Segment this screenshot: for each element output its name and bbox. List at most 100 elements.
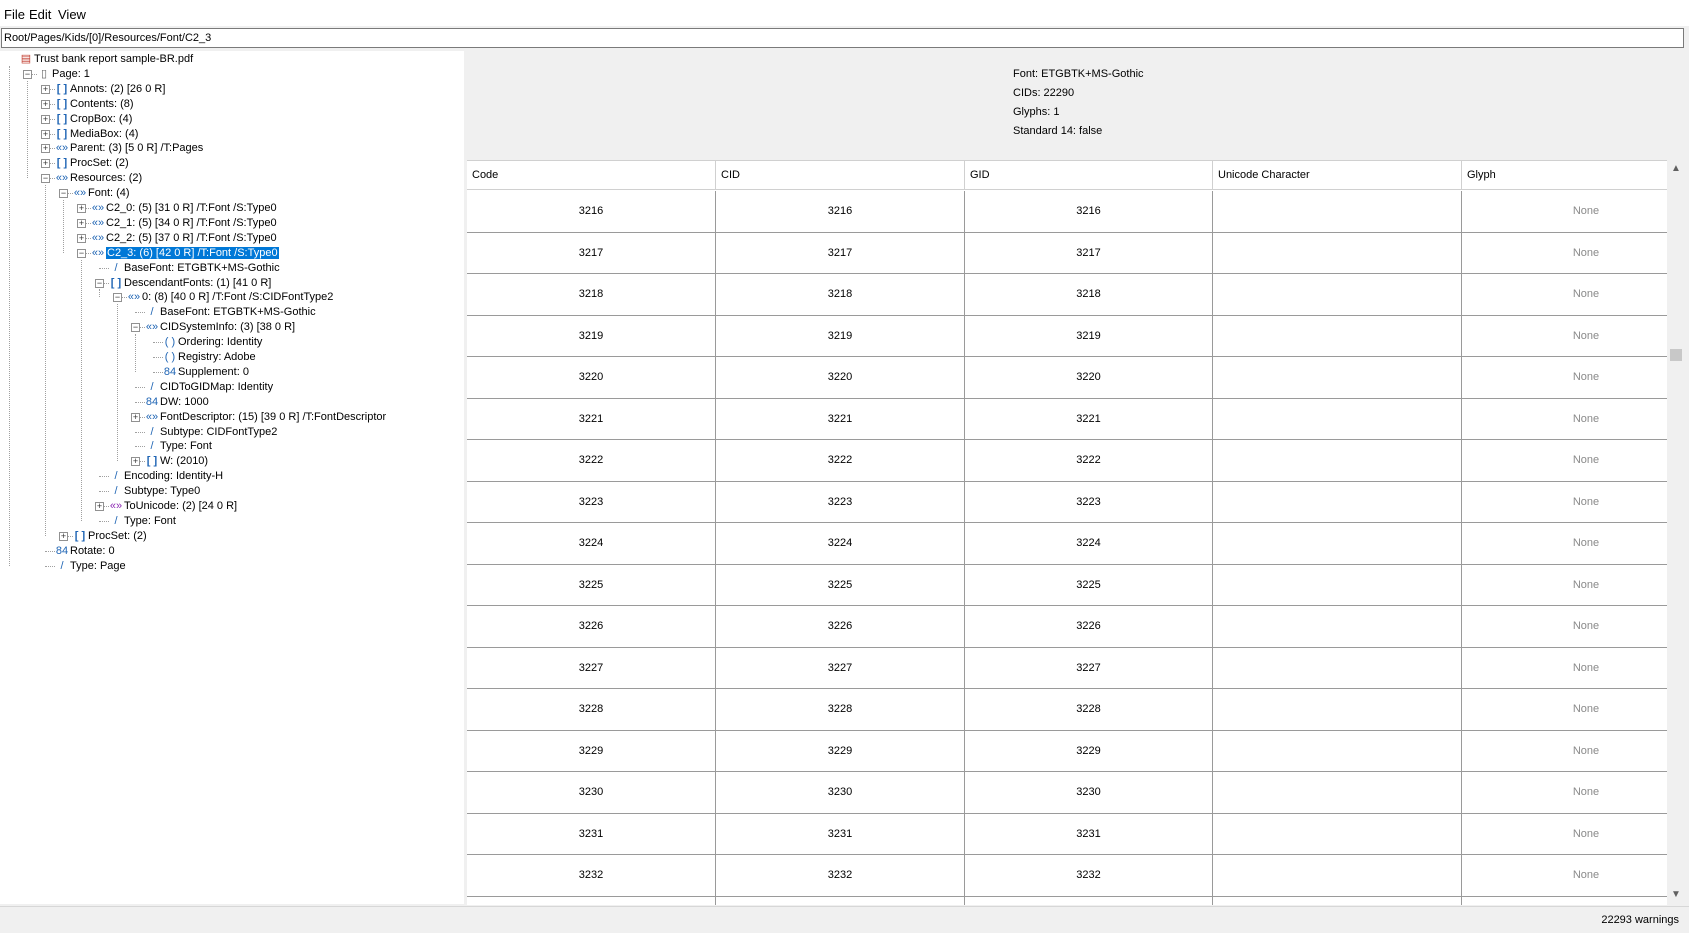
dictionary-icon: «» — [145, 410, 159, 423]
tree-node[interactable]: «» C2_0: (5) [31 0 R] /T:Font /S:Type0 — [90, 200, 277, 216]
tree-node[interactable]: / Type: Font — [108, 513, 176, 529]
table-row[interactable]: 3226 3226 3226 None — [467, 606, 1667, 648]
expand-icon[interactable]: + — [131, 412, 140, 422]
tree-node[interactable]: «» C2_1: (5) [34 0 R] /T:Font /S:Type0 — [90, 215, 277, 231]
tree-node[interactable]: 84 DW: 1000 — [144, 394, 209, 410]
tree-node[interactable]: / Subtype: CIDFontType2 — [144, 424, 277, 440]
scroll-up-icon[interactable]: ▲ — [1667, 160, 1685, 178]
table-row[interactable]: 3219 3219 3219 None — [467, 315, 1667, 357]
expand-icon[interactable]: + — [41, 84, 50, 94]
expand-icon[interactable]: + — [77, 204, 86, 213]
tree-node[interactable]: ▤ Trust bank report sample-BR.pdf — [18, 51, 193, 67]
vertical-scrollbar[interactable]: ▲ ▼ — [1667, 160, 1685, 904]
tree-node[interactable]: ( ) Ordering: Identity — [162, 334, 263, 350]
tree-node[interactable]: / Encoding: Identity-H — [108, 468, 223, 484]
table-row[interactable]: 3224 3224 3224 None — [467, 523, 1667, 565]
collapse-icon[interactable]: − — [131, 323, 140, 333]
table-row[interactable]: 3222 3222 3222 None — [467, 440, 1667, 482]
table-row[interactable]: 3223 3223 3223 None — [467, 481, 1667, 523]
col-gid-cell: 3225 — [965, 564, 1213, 606]
tree-node[interactable]: / Type: Page — [54, 558, 125, 574]
name-icon: / — [114, 261, 118, 274]
tree-node[interactable]: / BaseFont: ETGBTK+MS-Gothic — [108, 260, 279, 276]
table-row[interactable]: 3231 3231 3231 None — [467, 813, 1667, 855]
table-row[interactable]: 3225 3225 3225 None — [467, 564, 1667, 606]
collapse-icon[interactable]: − — [77, 248, 86, 258]
col-cid-cell: 3227 — [716, 647, 965, 689]
collapse-icon[interactable]: − — [59, 189, 68, 199]
tree-node[interactable]: «» Font: (4) — [72, 185, 130, 201]
expand-icon[interactable]: + — [41, 99, 50, 109]
menu-view[interactable]: View — [58, 7, 86, 22]
tree-node[interactable]: «» C2_2: (5) [37 0 R] /T:Font /S:Type0 — [90, 230, 277, 246]
col-cid-header[interactable]: CID — [716, 161, 965, 189]
tree-node[interactable]: [ ] W: (2010) — [144, 453, 208, 469]
expand-icon[interactable]: + — [41, 129, 50, 139]
expand-icon[interactable]: + — [41, 159, 50, 169]
expand-icon[interactable]: + — [131, 457, 140, 467]
tree-node[interactable]: [ ] Contents: (8) — [54, 96, 134, 112]
table-row[interactable]: 3227 3227 3227 None — [467, 647, 1667, 690]
col-code-cell: 3218 — [467, 274, 716, 316]
tree-node[interactable]: «» ToUnicode: (2) [24 0 R] — [108, 498, 237, 514]
scroll-down-icon[interactable]: ▼ — [1667, 886, 1685, 904]
tree-node[interactable]: / CIDToGIDMap: Identity — [144, 379, 273, 395]
menu-file[interactable]: File — [4, 7, 25, 22]
tree-node[interactable]: «» FontDescriptor: (15) [39 0 R] /T:FontD… — [144, 409, 386, 425]
collapse-icon[interactable]: − — [41, 174, 50, 184]
expand-icon[interactable]: + — [77, 218, 86, 228]
table-row[interactable]: 3232 3232 3232 None — [467, 855, 1667, 897]
table-row[interactable]: 3230 3230 3230 None — [467, 772, 1667, 814]
tree-node[interactable]: [ ] ProcSet: (2) — [72, 528, 147, 544]
tree-node[interactable]: / BaseFont: ETGBTK+MS-Gothic — [144, 304, 315, 320]
tree-node[interactable]: «» Parent: (3) [5 0 R] /T:Pages — [54, 140, 203, 156]
tree-node[interactable]: [ ] ProcSet: (2) — [54, 155, 129, 171]
col-code-cell: 3221 — [467, 398, 716, 440]
tree-node[interactable]: [ ] CropBox: (4) — [54, 111, 133, 127]
tree-node-label: CropBox: (4) — [70, 112, 133, 125]
scroll-thumb[interactable] — [1670, 349, 1682, 361]
table-row[interactable]: 3216 3216 3216 None — [467, 191, 1667, 233]
col-gid-header[interactable]: GID — [965, 161, 1213, 189]
col-gid-cell: 3218 — [965, 274, 1213, 316]
tree-node[interactable]: 84 Rotate: 0 — [54, 543, 115, 559]
col-glyph-cell: None — [1462, 648, 1667, 690]
tree-node[interactable]: «» C2_3: (6) [42 0 R] /T:Font /S:Type0 — [90, 245, 279, 261]
collapse-icon[interactable]: − — [113, 293, 122, 303]
collapse-icon[interactable]: − — [95, 278, 104, 288]
tree-node[interactable]: ▯ Page: 1 — [36, 66, 90, 82]
collapse-icon[interactable]: − — [23, 69, 32, 79]
dictionary-icon: «» — [91, 202, 105, 214]
path-input[interactable]: Root/Pages/Kids/[0]/Resources/Font/C2_3 — [1, 28, 1684, 48]
tree-node[interactable]: / Type: Font — [144, 438, 212, 454]
expand-icon[interactable]: + — [59, 531, 68, 541]
table-row[interactable]: 3228 3228 3228 None — [467, 689, 1667, 731]
tree-node[interactable]: «» CIDSystemInfo: (3) [38 0 R] — [144, 319, 295, 335]
table-row[interactable]: 3229 3229 3229 None — [467, 730, 1667, 772]
tree-node[interactable]: [ ] DescendantFonts: (1) [41 0 R] — [108, 275, 272, 291]
col-code-header[interactable]: Code — [467, 161, 716, 189]
col-cid-cell: 3222 — [716, 440, 965, 482]
expand-icon[interactable]: + — [95, 502, 104, 511]
table-row[interactable]: 3218 3218 3218 None — [467, 274, 1667, 316]
tree-node[interactable]: / Subtype: Type0 — [108, 483, 200, 499]
col-unicode-header[interactable]: Unicode Character — [1213, 161, 1462, 189]
col-code-cell: 3233 — [467, 896, 716, 905]
col-gid-cell: 3222 — [965, 440, 1213, 482]
expand-icon[interactable]: + — [41, 114, 50, 124]
tree-node[interactable]: ( ) Registry: Adobe — [162, 349, 256, 365]
tree-node[interactable]: 84 Supplement: 0 — [162, 364, 249, 380]
tree-node[interactable]: «» 0: (8) [40 0 R] /T:Font /S:CIDFontType… — [126, 289, 333, 305]
table-row[interactable]: 3220 3220 3220 None — [467, 357, 1667, 399]
tree-node[interactable]: [ ] MediaBox: (4) — [54, 126, 139, 142]
expand-icon[interactable]: + — [41, 144, 50, 154]
tree-node[interactable]: [ ] Annots: (2) [26 0 R] — [54, 81, 166, 97]
tree-node[interactable]: «» Resources: (2) — [54, 170, 142, 186]
table-row[interactable]: 3221 3221 3221 None — [467, 398, 1667, 440]
menu-edit[interactable]: Edit — [29, 7, 51, 22]
table-row[interactable]: 3217 3217 3217 None — [467, 232, 1667, 274]
tree-connector — [153, 357, 163, 358]
table-row[interactable]: 323332333233None — [467, 896, 1667, 905]
expand-icon[interactable]: + — [77, 233, 86, 243]
col-glyph-header[interactable]: Glyph — [1462, 161, 1689, 189]
